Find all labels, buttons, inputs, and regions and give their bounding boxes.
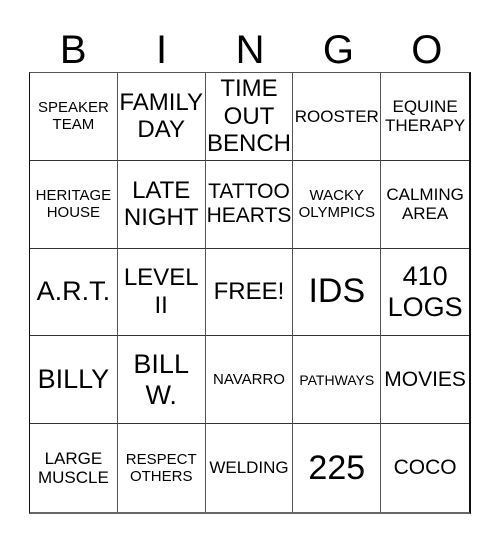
bingo-cell[interactable]: COCO (381, 424, 469, 512)
free-space-text: FREE! (213, 278, 285, 306)
bingo-cell[interactable]: LARGE MUSCLE (30, 424, 118, 512)
cell-text: LARGE MUSCLE (37, 448, 109, 488)
cell-text: BILLY (37, 364, 110, 395)
cell-text: NAVARRO (213, 371, 285, 389)
bingo-cell[interactable]: TIME OUT BENCH (205, 73, 294, 161)
bingo-cell[interactable]: TATTOO HEARTS (205, 160, 294, 249)
cell-text: 410 LOGS (387, 260, 463, 322)
header-letter-o: O (411, 28, 443, 72)
cell-text: COCO (393, 456, 457, 480)
cell-text: ROOSTER (294, 106, 379, 126)
cell-text: TATTOO HEARTS (206, 180, 292, 228)
cell-text: IDS (308, 272, 366, 311)
cell-text: EQUINE THERAPY (384, 96, 466, 136)
bingo-cell[interactable]: 225 (293, 424, 382, 512)
bingo-cell[interactable]: WELDING (206, 424, 294, 512)
cell-text: 225 (308, 448, 366, 487)
bingo-grid: SPEAKER TEAM FAMILY DAY TIME OUT BENCH R… (29, 72, 471, 514)
bingo-cell[interactable]: FAMILY DAY (117, 73, 206, 161)
bingo-cell[interactable]: A.R.T. (30, 248, 118, 337)
cell-text: MOVIES (384, 367, 466, 391)
bingo-cell[interactable]: BILL W. (117, 336, 206, 425)
free-space-cell[interactable]: FREE! (205, 248, 294, 337)
header-letter-g: G (322, 28, 354, 72)
cell-text: BILL W. (133, 348, 189, 410)
bingo-cell[interactable]: NAVARRO (205, 336, 294, 425)
cell-text: HERITAGE HOUSE (35, 186, 112, 222)
bingo-cell[interactable]: LEVEL II (117, 248, 206, 337)
cell-text: LATE NIGHT (123, 176, 199, 232)
cell-text: WELDING (209, 458, 289, 478)
bingo-cell[interactable]: BILLY (30, 336, 118, 425)
bingo-cell[interactable]: EQUINE THERAPY (381, 73, 469, 161)
bingo-cell[interactable]: PATHWAYS (293, 336, 382, 425)
header-letter-n: N (235, 28, 265, 72)
bingo-cell[interactable]: LATE NIGHT (117, 160, 206, 249)
cell-text: WACKY OLYMPICS (298, 186, 375, 222)
cell-text: RESPECT OTHERS (125, 450, 197, 486)
bingo-cell[interactable]: CALMING AREA (381, 161, 469, 249)
header-letter-i: I (156, 28, 168, 72)
bingo-cell[interactable]: ROOSTER (293, 73, 382, 161)
cell-text: TIME OUT BENCH (206, 75, 291, 158)
bingo-cell[interactable]: RESPECT OTHERS (118, 424, 206, 512)
cell-text: SPEAKER TEAM (37, 99, 109, 134)
bingo-cell[interactable]: WACKY OLYMPICS (293, 160, 382, 249)
bingo-cell[interactable]: 410 LOGS (381, 249, 469, 337)
cell-text: A.R.T. (36, 276, 111, 307)
header-letter-b: B (59, 28, 87, 72)
cell-text: LEVEL II (123, 264, 199, 319)
cell-text: PATHWAYS (299, 371, 375, 388)
bingo-cell[interactable]: SPEAKER TEAM (30, 73, 118, 161)
cell-text: CALMING AREA (386, 184, 464, 224)
bingo-cell[interactable]: MOVIES (381, 336, 469, 425)
cell-text: FAMILY DAY (119, 88, 203, 144)
bingo-header: B I N G O (29, 26, 471, 74)
bingo-cell[interactable]: IDS (293, 248, 382, 337)
bingo-cell[interactable]: HERITAGE HOUSE (30, 160, 118, 249)
